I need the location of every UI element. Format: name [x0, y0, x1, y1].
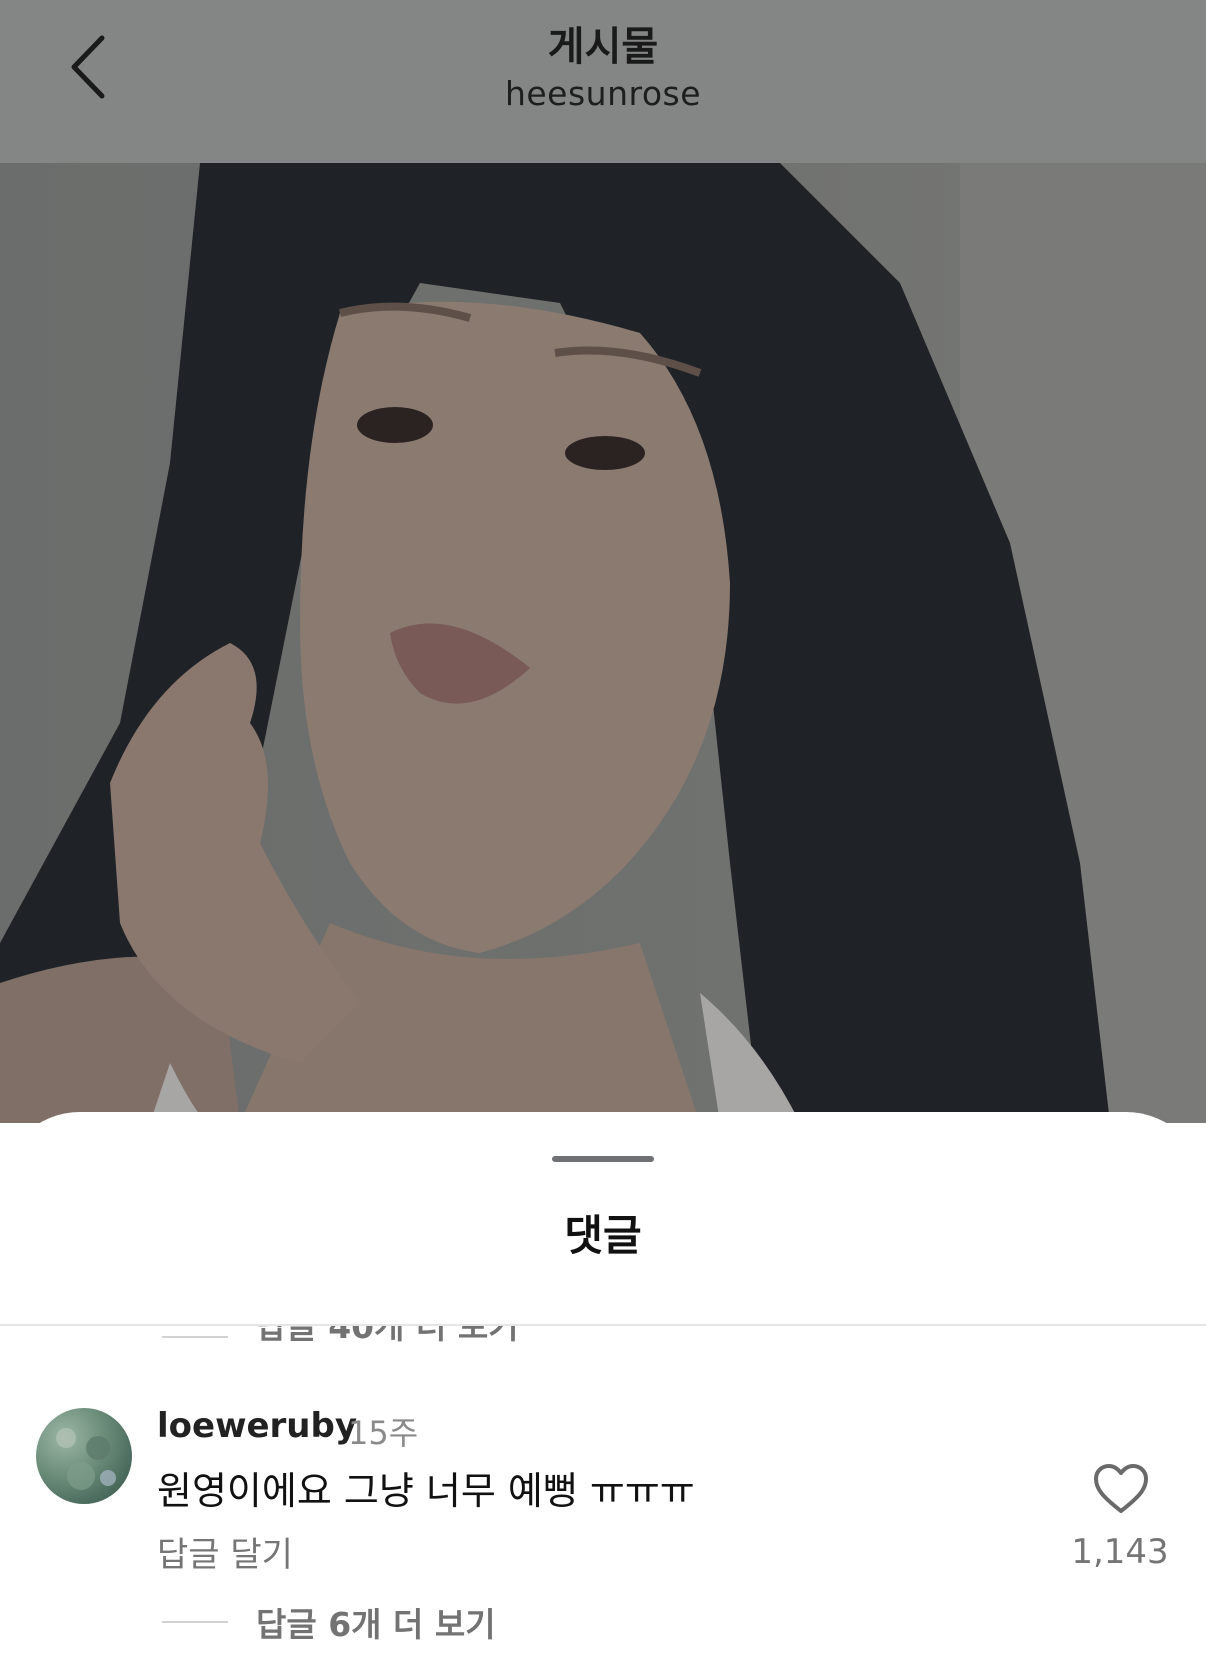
page-title: 게시물: [547, 24, 659, 70]
sheet-grabber[interactable]: [552, 1156, 654, 1162]
reply-thread-line: [162, 1336, 228, 1338]
post-header: 게시물 heesunrose: [0, 0, 1206, 163]
view-more-replies[interactable]: 답글 6개 더 보기: [162, 1598, 496, 1646]
like-button[interactable]: [1093, 1463, 1149, 1515]
sheet-title: 댓글: [564, 1211, 642, 1260]
heart-outline-icon: [1094, 1464, 1148, 1513]
comment-timestamp: 15주: [348, 1414, 419, 1452]
page-subtitle-username[interactable]: heesunrose: [0, 74, 1206, 113]
view-more-replies-label: 답글 40개 더 보기: [256, 1326, 519, 1346]
comment-text: 원영이에요 그냥 너무 예뻥 ㅠㅠㅠ: [157, 1469, 695, 1513]
avatar[interactable]: [36, 1408, 132, 1504]
comments-sheet: 댓글 답글 40개 더 보기: [0, 1112, 1206, 1680]
reply-button[interactable]: 답글 달기: [157, 1527, 293, 1576]
comment-username[interactable]: loeweruby: [157, 1406, 357, 1446]
view-more-replies-top[interactable]: 답글 40개 더 보기: [162, 1326, 519, 1348]
reply-thread-line: [162, 1621, 228, 1623]
post-photo: [0, 163, 1206, 1123]
view-more-replies-label: 답글 6개 더 보기: [256, 1605, 496, 1644]
like-count: 1,143: [1071, 1532, 1169, 1572]
